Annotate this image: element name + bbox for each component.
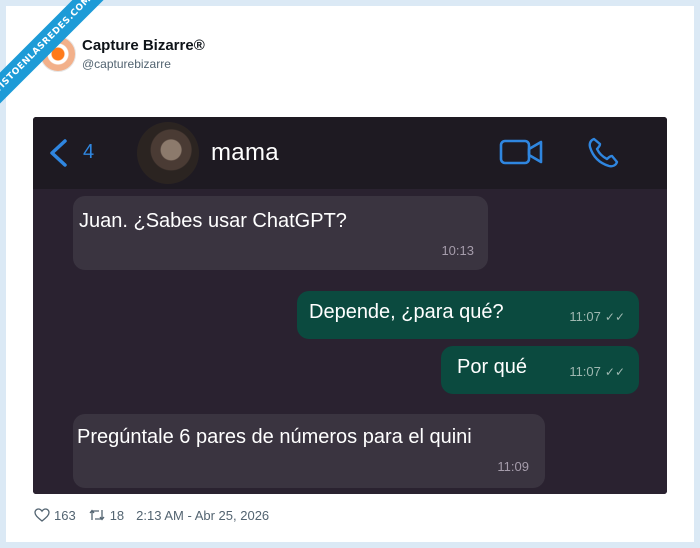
read-ticks-icon: ✓✓: [604, 310, 625, 324]
tweet-stats: 163 18 2:13 AM - Abr 25, 2026: [34, 506, 281, 524]
author-handle[interactable]: @capturebizarre: [82, 57, 171, 71]
message-bubble[interactable]: Juan. ¿Sabes usar ChatGPT? 10:13: [73, 196, 488, 270]
author-name[interactable]: Capture Bizarre®: [82, 37, 205, 54]
contact-name[interactable]: mama: [211, 139, 279, 167]
message-time-wrap: 11:07 ✓✓: [569, 303, 625, 331]
message-time: 11:07: [569, 309, 601, 324]
message-text: Pregúntale 6 pares de números para el qu…: [77, 426, 472, 448]
retweet-icon: [89, 509, 105, 521]
contact-avatar[interactable]: [137, 122, 199, 184]
message-text: Depende, ¿para qué?: [309, 301, 504, 323]
heart-icon: [34, 508, 50, 522]
message-time: 11:09: [497, 459, 529, 474]
chat-screenshot: 4 mama Juan. ¿Sabes usar ChatGPT? 10:13 …: [33, 117, 667, 494]
message-time-wrap: 11:07 ✓✓: [569, 358, 625, 386]
chat-messages: Juan. ¿Sabes usar ChatGPT? 10:13 Depende…: [33, 189, 667, 494]
like-count: 163: [54, 507, 76, 523]
message-time: 10:13: [441, 243, 474, 258]
tweet-timestamp[interactable]: 2:13 AM - Abr 25, 2026: [136, 508, 269, 523]
chat-header: 4 mama: [33, 117, 667, 189]
phone-call-icon[interactable]: [585, 135, 621, 171]
message-bubble[interactable]: Por qué 11:07 ✓✓: [441, 346, 639, 394]
message-time: 11:07: [569, 364, 601, 379]
back-unread-count[interactable]: 4: [83, 141, 94, 164]
retweet-count: 18: [109, 507, 125, 523]
message-text: Juan. ¿Sabes usar ChatGPT?: [79, 210, 347, 232]
like-button[interactable]: 163: [34, 508, 76, 523]
message-text: Por qué: [457, 356, 528, 378]
retweet-button[interactable]: 18: [88, 508, 124, 523]
chevron-left-icon[interactable]: [47, 138, 69, 168]
video-call-icon[interactable]: [499, 137, 545, 167]
message-bubble[interactable]: Pregúntale 6 pares de números para el qu…: [73, 414, 545, 488]
read-ticks-icon: ✓✓: [604, 365, 625, 379]
message-bubble[interactable]: Depende, ¿para qué? 11:07 ✓✓: [297, 291, 639, 339]
